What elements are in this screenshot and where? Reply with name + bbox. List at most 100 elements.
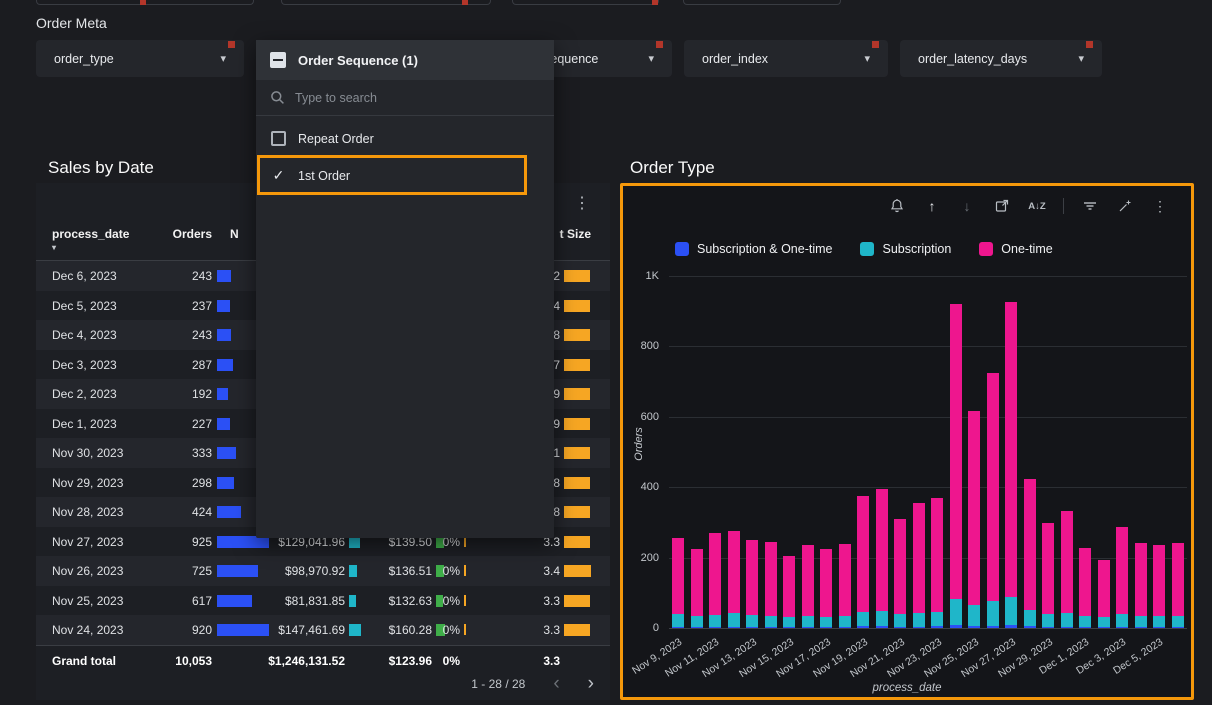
bar-segment xyxy=(1042,523,1054,614)
bar-segment xyxy=(728,531,740,613)
dropdown-header: Order Sequence (1) xyxy=(256,40,554,80)
dropdown-option-1st-order[interactable]: ✓ 1st Order xyxy=(256,157,554,194)
checkbox-unchecked[interactable] xyxy=(271,131,286,146)
filter-icon[interactable] xyxy=(1081,197,1099,215)
option-label: Repeat Order xyxy=(298,132,374,146)
orders-bar xyxy=(217,329,231,341)
basket-bar xyxy=(564,624,590,636)
chevron-left-icon[interactable]: ‹ xyxy=(553,677,559,691)
tile-stub xyxy=(281,0,491,5)
cell-orders: 237 xyxy=(132,299,212,313)
table-row: Nov 25, 2023617$81,831.85$132.630%3.3 xyxy=(36,586,610,616)
basket-bar xyxy=(564,300,590,312)
cell-aov: $132.63 xyxy=(362,594,432,608)
filter-order-latency-days[interactable]: order_latency_days ▾ xyxy=(900,40,1102,77)
bar-segment xyxy=(1135,543,1147,617)
legend-item[interactable]: Subscription & One-time xyxy=(675,242,832,256)
filter-label: order_latency_days xyxy=(918,52,1027,66)
x-axis: Nov 9, 2023Nov 11, 2023Nov 13, 2023Nov 1… xyxy=(669,632,1187,684)
bar-segment xyxy=(876,626,888,628)
error-indicator xyxy=(462,0,468,5)
bell-icon[interactable] xyxy=(888,197,906,215)
stacked-bar xyxy=(765,542,777,628)
filter-order-type[interactable]: order_type ▾ xyxy=(36,40,244,77)
grand-total-basket: 3.3 xyxy=(488,654,560,668)
cell-basket: 3.4 xyxy=(488,564,560,578)
sort-az-icon[interactable]: A↓Z xyxy=(1028,197,1046,215)
bar-segment xyxy=(1061,613,1073,626)
indeterminate-checkbox[interactable] xyxy=(270,52,286,68)
column-label: process_date xyxy=(52,227,129,241)
cell-orders: 333 xyxy=(132,446,212,460)
bar-segment xyxy=(1005,597,1017,625)
search-input[interactable] xyxy=(295,91,540,105)
bar-segment xyxy=(820,549,832,617)
filter-order-index[interactable]: order_index ▾ xyxy=(684,40,888,77)
bar-segment xyxy=(1024,610,1036,626)
magic-wand-icon[interactable] xyxy=(1116,197,1134,215)
bar-segment xyxy=(728,613,740,626)
bar-segment xyxy=(765,627,777,628)
cell-date: Dec 6, 2023 xyxy=(52,269,117,283)
order-meta-label: Order Meta xyxy=(36,15,107,31)
bar-segment xyxy=(1079,616,1091,627)
net-sales-bar xyxy=(349,565,357,577)
column-header-net-sales-partial[interactable]: N xyxy=(230,227,239,241)
basket-bar xyxy=(564,595,590,607)
stacked-bar xyxy=(876,489,888,628)
bar-segment xyxy=(876,611,888,626)
cell-date: Dec 5, 2023 xyxy=(52,299,117,313)
bar-segment xyxy=(839,616,851,627)
kebab-menu-icon[interactable]: ⋮ xyxy=(1151,197,1169,215)
orders-bar xyxy=(217,388,228,400)
bar-segment xyxy=(987,626,999,628)
cell-pct: 0% xyxy=(426,623,460,637)
kebab-menu-icon[interactable]: ⋮ xyxy=(574,193,590,213)
arrow-up-icon[interactable]: ↑ xyxy=(923,197,941,215)
order-type-chart-card: ↑ ↓ A↓Z ⋮ Subscription & O xyxy=(620,183,1194,700)
bar-segment xyxy=(894,519,906,614)
column-header-process-date[interactable]: process_date ▾ xyxy=(52,227,129,252)
stacked-bar xyxy=(839,544,851,628)
stacked-bar xyxy=(1024,479,1036,628)
bar-segment xyxy=(691,549,703,617)
bar-segment xyxy=(802,616,814,627)
bar-segment xyxy=(839,544,851,617)
stacked-bar xyxy=(950,304,962,628)
stacked-bar xyxy=(672,538,684,628)
cell-aov: $160.28 xyxy=(362,623,432,637)
explore-icon[interactable] xyxy=(993,197,1011,215)
chevron-down-icon: ▾ xyxy=(864,52,870,65)
cell-net-sales: $98,970.92 xyxy=(232,564,345,578)
error-indicator xyxy=(1086,41,1093,48)
cell-date: Nov 29, 2023 xyxy=(52,476,123,490)
bar-segment xyxy=(1024,479,1036,611)
column-header-orders[interactable]: Orders xyxy=(132,227,212,241)
error-indicator xyxy=(228,41,235,48)
bar-segment xyxy=(746,627,758,628)
cell-orders: 287 xyxy=(132,358,212,372)
basket-bar xyxy=(564,388,590,400)
stacked-bar xyxy=(728,531,740,628)
bar-segment xyxy=(913,503,925,613)
bar-segment xyxy=(1005,625,1017,628)
legend-item[interactable]: One-time xyxy=(979,242,1052,256)
legend-item[interactable]: Subscription xyxy=(860,242,951,256)
orders-bar xyxy=(217,506,241,518)
dropdown-option-repeat-order[interactable]: Repeat Order xyxy=(256,120,554,157)
bar-segment xyxy=(931,498,943,612)
cell-basket: 3.3 xyxy=(488,594,560,608)
cell-date: Nov 24, 2023 xyxy=(52,623,123,637)
tile-stub xyxy=(512,0,659,5)
cell-aov: $136.51 xyxy=(362,564,432,578)
bar-segment xyxy=(857,496,869,612)
error-indicator xyxy=(656,41,663,48)
y-axis-title: Orders xyxy=(633,414,645,474)
chevron-right-icon[interactable]: › xyxy=(588,677,594,691)
arrow-down-icon[interactable]: ↓ xyxy=(958,197,976,215)
y-axis-tick: 1K xyxy=(625,270,659,282)
cell-orders: 243 xyxy=(132,328,212,342)
toolbar-divider xyxy=(1063,198,1064,214)
basket-bar xyxy=(564,418,590,430)
bar-segment xyxy=(691,627,703,628)
